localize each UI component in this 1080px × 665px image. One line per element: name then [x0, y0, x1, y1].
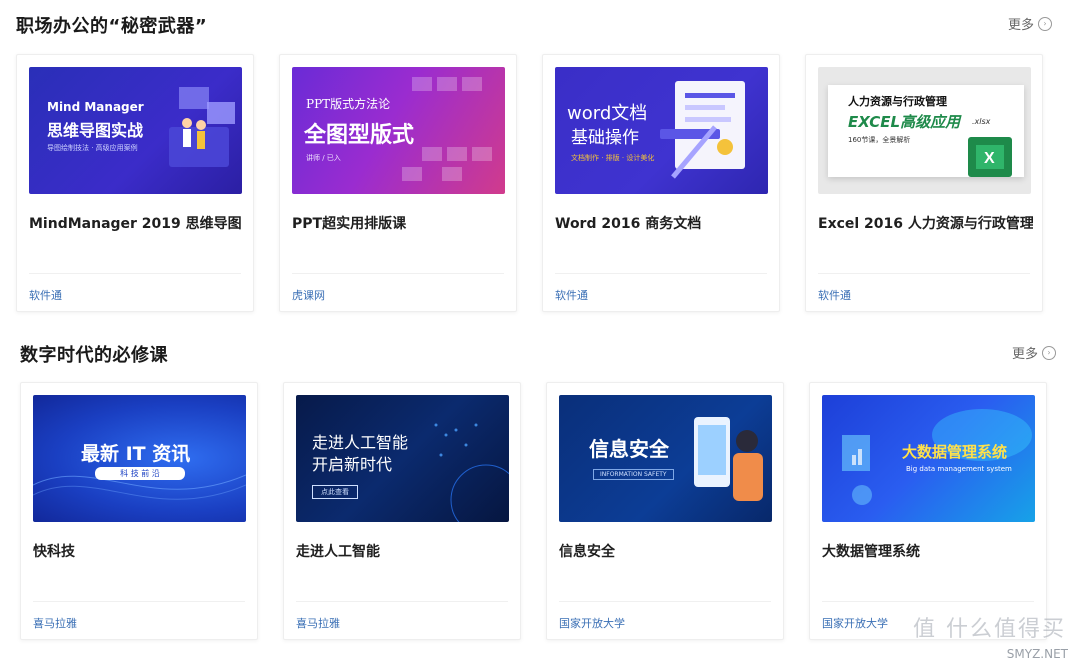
section-title-digital: 数字时代的必修课 — [20, 345, 168, 366]
course-title: PPT超实用排版课 — [292, 216, 407, 232]
thumb-line2: 科 技 前 沿 — [95, 467, 185, 480]
course-card-ppt[interactable]: PPT版式方法论 全图型版式 讲师 / 已入 PPT超实用排版课 虎课网 — [279, 54, 517, 312]
chevron-right-icon: › — [1042, 345, 1057, 360]
thumb-line1: 走进人工智能 — [312, 433, 409, 452]
thumb-line2: 思维导图实战 — [47, 121, 144, 140]
course-source[interactable]: 国家开放大学 — [559, 615, 625, 631]
thumb-line1: 最新 IT 资讯 — [81, 443, 191, 465]
thumb-line1: word文档 — [567, 103, 648, 124]
course-thumbnail: PPT版式方法论 全图型版式 讲师 / 已入 — [292, 67, 505, 194]
course-card-excel[interactable]: X 人力资源与行政管理 EXCEL高级应用 .xlsx 160节课，全景解析 E… — [805, 54, 1043, 312]
course-source[interactable]: 软件通 — [555, 287, 588, 303]
course-card-mindmanager[interactable]: Mind Manager 思维导图实战 导图绘制技法 · 高级应用案例 Mind… — [16, 54, 254, 312]
course-thumbnail: word文档 基础操作 文档制作 · 排版 · 设计美化 — [555, 67, 768, 194]
more-label: 更多 — [1012, 347, 1039, 362]
divider — [29, 273, 241, 274]
course-card-security[interactable]: 信息安全 INFORMATION SAFETY 信息安全 国家开放大学 — [546, 382, 784, 640]
course-thumbnail: 信息安全 INFORMATION SAFETY — [559, 395, 772, 522]
course-thumbnail: 最新 IT 资讯 科 技 前 沿 — [33, 395, 246, 522]
thumb-line3: 讲师 / 已入 — [306, 154, 341, 162]
divider — [822, 601, 1034, 602]
thumb-line1: PPT版式方法论 — [306, 97, 391, 111]
divider — [296, 601, 508, 602]
course-source[interactable]: 虎课网 — [292, 287, 325, 303]
course-thumbnail: 走进人工智能 开启新时代 点此查看 — [296, 395, 509, 522]
more-link-office[interactable]: 更多 › — [1008, 14, 1053, 33]
course-thumbnail: 大数据管理系统 Big data management system — [822, 395, 1035, 522]
watermark-logo: 值 什么值得买 — [913, 617, 1066, 642]
course-thumbnail: X 人力资源与行政管理 EXCEL高级应用 .xlsx 160节课，全景解析 — [818, 67, 1031, 194]
thumb-line3: 导图绘制技法 · 高级应用案例 — [47, 144, 138, 152]
course-thumbnail: Mind Manager 思维导图实战 导图绘制技法 · 高级应用案例 — [29, 67, 242, 194]
thumb-line2: EXCEL高级应用 — [848, 113, 961, 131]
thumb-line1: 信息安全 — [589, 437, 669, 461]
thumb-line1: Mind Manager — [47, 100, 144, 114]
course-card-kuai[interactable]: 最新 IT 资讯 科 技 前 沿 快科技 喜马拉雅 — [20, 382, 258, 640]
divider — [33, 601, 245, 602]
course-title: 走进人工智能 — [296, 544, 380, 560]
course-title: Word 2016 商务文档 — [555, 216, 702, 232]
thumb-line2: Big data management system — [906, 465, 1012, 473]
course-source[interactable]: 软件通 — [818, 287, 851, 303]
course-title: 信息安全 — [559, 544, 615, 560]
section-title-office: 职场办公的“秘密武器” — [16, 16, 208, 37]
thumb-line2: 基础操作 — [571, 128, 639, 148]
divider — [292, 273, 504, 274]
divider — [555, 273, 767, 274]
divider — [559, 601, 771, 602]
more-link-digital[interactable]: 更多 › — [1012, 343, 1057, 362]
course-title: 大数据管理系统 — [822, 544, 920, 560]
course-card-bigdata[interactable]: 大数据管理系统 Big data management system 大数据管理… — [809, 382, 1047, 640]
course-card-ai[interactable]: 走进人工智能 开启新时代 点此查看 走进人工智能 喜马拉雅 — [283, 382, 521, 640]
thumb-line2b: .xlsx — [972, 117, 991, 126]
course-title: 快科技 — [33, 544, 75, 560]
more-label: 更多 — [1008, 18, 1035, 33]
thumb-line1: 大数据管理系统 — [902, 443, 1008, 461]
divider — [818, 273, 1030, 274]
watermark-site: SMYZ.NET — [1006, 647, 1068, 661]
thumb-line1: 人力资源与行政管理 — [848, 95, 947, 108]
course-card-word[interactable]: word文档 基础操作 文档制作 · 排版 · 设计美化 Word 2016 商… — [542, 54, 780, 312]
course-source[interactable]: 国家开放大学 — [822, 615, 888, 631]
thumb-line3: 160节课，全景解析 — [848, 136, 911, 144]
chevron-right-icon: › — [1038, 16, 1053, 31]
course-source[interactable]: 软件通 — [29, 287, 62, 303]
course-title: MindManager 2019 思维导图 — [29, 216, 242, 232]
course-title: Excel 2016 人力资源与行政管理 — [818, 216, 1033, 232]
thumb-line3: 文档制作 · 排版 · 设计美化 — [571, 154, 655, 162]
course-source[interactable]: 喜马拉雅 — [296, 615, 340, 631]
thumb-line2: 开启新时代 — [312, 455, 393, 474]
course-source[interactable]: 喜马拉雅 — [33, 615, 77, 631]
svg-text:X: X — [984, 150, 995, 167]
thumb-line2: 全图型版式 — [304, 123, 415, 148]
thumb-line2: INFORMATION SAFETY — [593, 469, 674, 480]
thumb-line3: 点此查看 — [312, 485, 358, 499]
